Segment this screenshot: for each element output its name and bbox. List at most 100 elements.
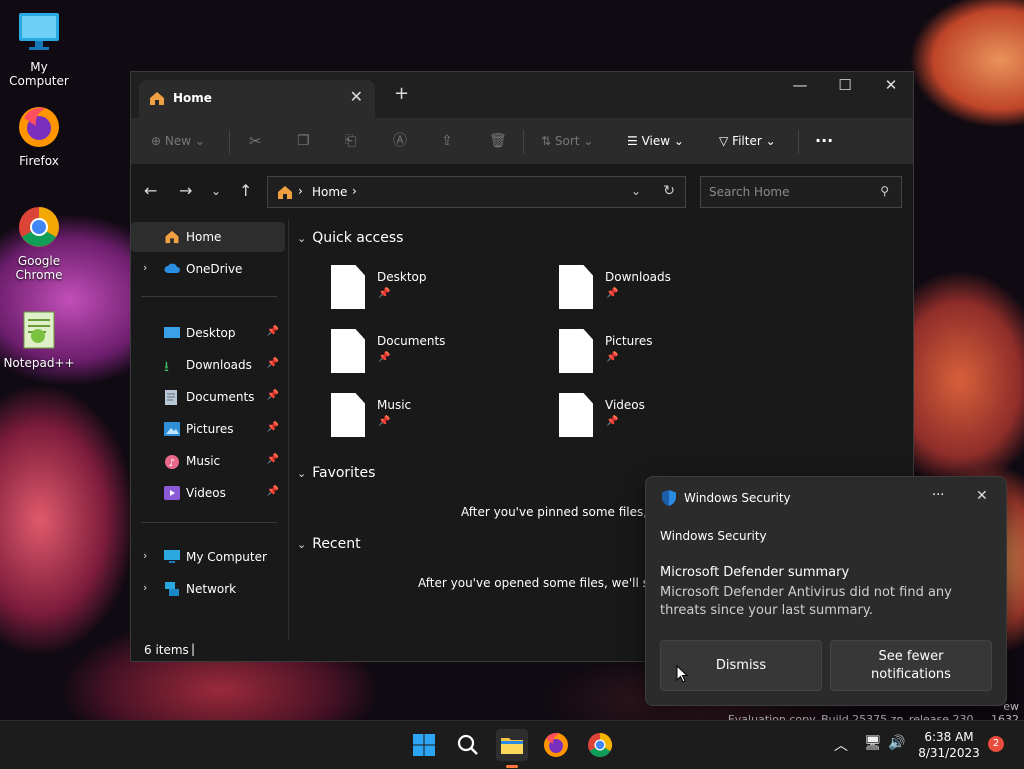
close-icon[interactable]: ✕ bbox=[976, 488, 988, 504]
desktop-icon-my-computer[interactable]: My Computer bbox=[0, 10, 78, 88]
refresh-icon[interactable]: ↻ bbox=[663, 183, 675, 199]
chrome-icon[interactable] bbox=[584, 729, 616, 761]
collapse-chevron-icon: ⌄ bbox=[297, 538, 307, 551]
quick-access-item[interactable]: Desktop 📌 bbox=[331, 265, 541, 317]
view-label: View bbox=[641, 134, 671, 148]
recent-locations-chevron-icon[interactable]: ⌄ bbox=[211, 184, 221, 198]
search-icon[interactable] bbox=[452, 729, 484, 761]
address-bar[interactable]: › Home › ⌄ ↻ bbox=[267, 176, 686, 208]
sort-button[interactable]: ⇅ Sort ⌄ bbox=[541, 118, 593, 164]
breadcrumb-chevron-icon[interactable]: › bbox=[352, 184, 357, 198]
tab-home[interactable]: Home ✕ bbox=[139, 80, 375, 118]
quick-access-item[interactable]: Documents 📌 bbox=[331, 329, 541, 381]
volume-icon[interactable]: 🔊 bbox=[888, 735, 905, 751]
sidebar-item-label: Network bbox=[186, 582, 237, 596]
favorites-empty-message: After you've pinned some files, we' bbox=[461, 505, 672, 519]
sidebar-item-label: Documents bbox=[186, 390, 255, 404]
pin-icon: 📌 bbox=[266, 326, 279, 337]
file-explorer-taskbar-button[interactable] bbox=[496, 729, 528, 768]
desktop-icon-firefox[interactable]: Firefox bbox=[0, 104, 78, 168]
paste-icon[interactable]: ⎗ bbox=[345, 118, 356, 164]
new-tab-button[interactable]: + bbox=[394, 83, 409, 104]
notification-count-badge[interactable]: 2 bbox=[988, 736, 1004, 752]
pin-icon: 📌 bbox=[266, 486, 279, 497]
expand-chevron-icon[interactable]: › bbox=[143, 581, 147, 594]
desktop-folder-icon bbox=[164, 326, 180, 340]
filter-icon: ▽ bbox=[719, 134, 729, 148]
view-button[interactable]: ☰ View ⌄ bbox=[627, 118, 684, 164]
up-arrow-icon[interactable]: ↑ bbox=[239, 181, 252, 200]
close-window-icon[interactable]: ✕ bbox=[868, 76, 914, 94]
forward-arrow-icon[interactable]: → bbox=[179, 181, 192, 200]
start-button[interactable] bbox=[408, 729, 440, 761]
quick-access-item[interactable]: Videos 📌 bbox=[559, 393, 769, 445]
new-button[interactable]: ⊕ New ⌄ bbox=[151, 118, 205, 164]
desktop-icon-notepad-plus-plus[interactable]: Notepad++ bbox=[0, 306, 78, 370]
recent-header[interactable]: ⌄ Recent bbox=[297, 536, 361, 552]
notification-header: Windows Security bbox=[660, 529, 767, 543]
cut-icon[interactable]: ✂ bbox=[249, 118, 262, 164]
copy-icon[interactable]: ❐ bbox=[297, 118, 310, 164]
sidebar-item-network[interactable]: › Network bbox=[131, 574, 285, 604]
navigation-pane: Home › OneDrive Desktop 📌 ⭳ Downloads 📌 … bbox=[131, 220, 287, 640]
breadcrumb-home[interactable]: Home bbox=[312, 185, 347, 199]
sidebar-item-downloads[interactable]: ⭳ Downloads 📌 bbox=[131, 350, 285, 380]
favorites-header[interactable]: ⌄ Favorites bbox=[297, 465, 375, 481]
pin-icon: 📌 bbox=[606, 416, 619, 427]
minimize-icon[interactable]: — bbox=[777, 76, 823, 94]
pin-icon: 📌 bbox=[378, 288, 391, 299]
network-status-icon[interactable]: 🖥 bbox=[864, 735, 882, 751]
more-options-button[interactable]: ··· bbox=[815, 118, 833, 164]
search-box[interactable]: Search Home ⚲ bbox=[700, 176, 902, 208]
file-icon bbox=[331, 265, 365, 309]
share-icon[interactable]: ⇪ bbox=[441, 118, 453, 164]
filter-button[interactable]: ▽ Filter ⌄ bbox=[719, 118, 776, 164]
delete-icon[interactable]: 🗑 bbox=[489, 118, 507, 164]
divider bbox=[523, 130, 524, 154]
clock[interactable]: 6:38 AM 8/31/2023 bbox=[912, 729, 986, 761]
pin-icon: 📌 bbox=[378, 416, 391, 427]
address-dropdown-icon[interactable]: ⌄ bbox=[631, 184, 641, 198]
quick-access-item[interactable]: Pictures 📌 bbox=[559, 329, 769, 381]
sidebar-item-onedrive[interactable]: › OneDrive bbox=[131, 254, 285, 284]
sidebar-item-pictures[interactable]: Pictures 📌 bbox=[131, 414, 285, 444]
close-tab-icon[interactable]: ✕ bbox=[350, 87, 363, 106]
item-name: Desktop bbox=[377, 270, 427, 284]
shield-icon bbox=[661, 489, 677, 510]
sidebar-item-videos[interactable]: Videos 📌 bbox=[131, 478, 285, 508]
quick-access-item[interactable]: Music 📌 bbox=[331, 393, 541, 445]
sidebar-item-label: Desktop bbox=[186, 326, 236, 340]
expand-chevron-icon[interactable]: › bbox=[143, 549, 147, 562]
firefox-icon[interactable] bbox=[540, 729, 572, 761]
quick-access-header[interactable]: ⌄ Quick access bbox=[297, 230, 403, 246]
back-arrow-icon[interactable]: ← bbox=[144, 181, 157, 200]
notification-more-button[interactable]: ··· bbox=[932, 488, 944, 503]
search-input[interactable]: Search Home bbox=[709, 185, 789, 199]
sidebar-item-desktop[interactable]: Desktop 📌 bbox=[131, 318, 285, 348]
desktop-icon-google-chrome[interactable]: Google Chrome bbox=[0, 204, 78, 282]
search-icon[interactable]: ⚲ bbox=[880, 184, 889, 198]
chevron-down-icon: ⌄ bbox=[194, 134, 205, 148]
tab-title: Home bbox=[173, 91, 212, 105]
rename-icon[interactable]: Ⓐ bbox=[393, 118, 407, 164]
group-title: Recent bbox=[312, 536, 361, 552]
show-hidden-icons-chevron-icon[interactable]: ︿ bbox=[834, 735, 848, 755]
sidebar-item-label: Music bbox=[186, 454, 221, 468]
sort-icon: ⇅ bbox=[541, 134, 552, 148]
download-arrow-icon: ⭳ bbox=[164, 359, 169, 375]
sidebar-item-home[interactable]: Home bbox=[131, 222, 285, 252]
quick-access-item[interactable]: Downloads 📌 bbox=[559, 265, 769, 317]
sidebar-item-documents[interactable]: Documents 📌 bbox=[131, 382, 285, 412]
sidebar-item-music[interactable]: ♪ Music 📌 bbox=[131, 446, 285, 476]
document-icon bbox=[164, 390, 180, 405]
maximize-icon[interactable]: ☐ bbox=[822, 76, 868, 94]
pin-icon: 📌 bbox=[606, 352, 619, 363]
sort-label: Sort bbox=[554, 134, 580, 148]
pin-icon: 📌 bbox=[266, 358, 279, 369]
sidebar-item-my-computer[interactable]: › My Computer bbox=[131, 542, 285, 572]
home-icon bbox=[149, 91, 165, 109]
expand-chevron-icon[interactable]: › bbox=[143, 261, 147, 274]
file-icon bbox=[331, 329, 365, 373]
see-fewer-notifications-button[interactable]: See fewer notifications bbox=[830, 640, 992, 691]
title-bar: Home ✕ + — ☐ ✕ bbox=[131, 72, 913, 118]
